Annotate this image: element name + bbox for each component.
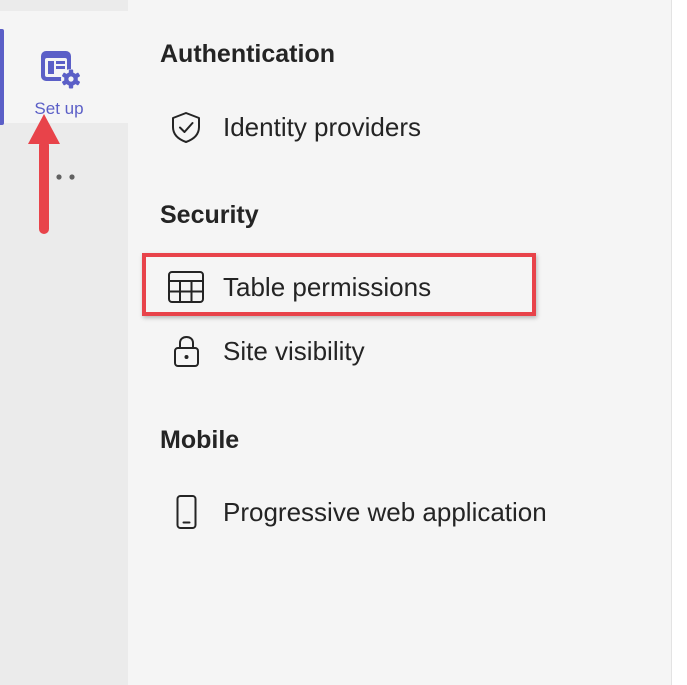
more-dots-icon[interactable] [56,170,80,184]
nav-item-label: Table permissions [223,272,432,302]
nav-item-site-visibility[interactable]: Site visibility [160,328,620,372]
nav-item-label: Site visibility [223,336,365,366]
section-heading-security: Security [160,201,259,229]
nav-item-progressive-web-application[interactable]: Progressive web application [160,489,620,533]
section-heading-mobile: Mobile [160,426,240,454]
nav-item-table-permissions[interactable]: Table permissions [160,264,620,308]
lock-icon [174,335,199,367]
nav-item-identity-providers[interactable]: Identity providers [160,104,620,148]
settings-app-icon [41,51,81,89]
table-icon [168,271,204,303]
phone-icon [176,495,197,529]
left-rail: Set up [0,0,128,685]
nav-item-label: Identity providers [223,112,421,142]
shield-check-icon [172,112,200,143]
nav-item-label: Progressive web application [223,497,547,527]
section-heading-authentication: Authentication [160,40,335,68]
panel-edge [671,0,687,685]
rail-item-label: Set up [34,99,84,118]
rail-item-setup[interactable]: Set up [0,11,128,125]
